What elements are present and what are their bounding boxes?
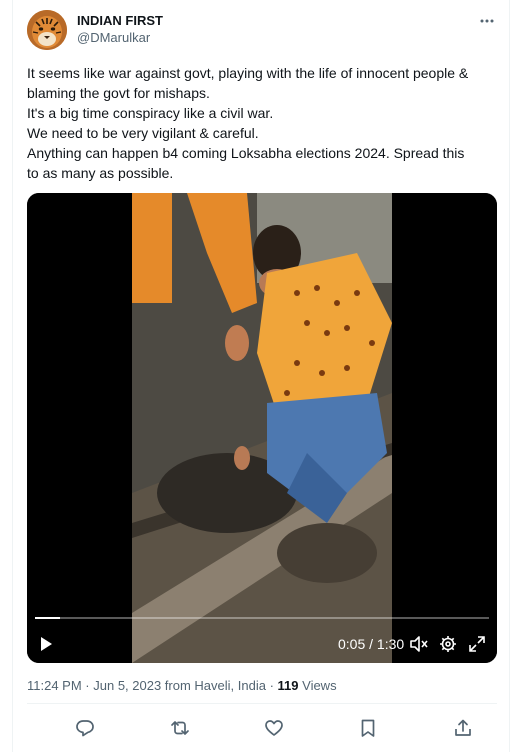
play-icon xyxy=(41,637,52,651)
volume-muted-icon xyxy=(410,636,428,652)
tweet-date-location[interactable]: Jun 5, 2023 from Haveli, India xyxy=(93,678,266,693)
bookmark-button[interactable] xyxy=(356,716,380,740)
video-progress-fill xyxy=(35,617,61,619)
tweet-meta: 11:24 PM · Jun 5, 2023 from Haveli, Indi… xyxy=(27,678,337,693)
share-button[interactable] xyxy=(451,716,475,740)
gear-icon xyxy=(440,636,456,652)
meta-separator: · xyxy=(81,678,94,693)
tweet-text-line: It seems like war against govt, playing … xyxy=(27,65,469,81)
mute-button[interactable] xyxy=(409,635,429,653)
expand-icon xyxy=(469,636,485,652)
tweet-card: INDIAN FIRST @DMarulkar It seems like wa… xyxy=(12,0,510,752)
video-progress-bar[interactable] xyxy=(35,617,489,619)
divider xyxy=(27,703,497,704)
heart-icon xyxy=(265,720,283,736)
like-button[interactable] xyxy=(262,716,286,740)
views-label: Views xyxy=(298,678,337,693)
settings-button[interactable] xyxy=(439,635,457,653)
avatar[interactable] xyxy=(27,10,67,50)
tweet-text-line: to as many as possible. xyxy=(27,165,174,181)
retweet-button[interactable] xyxy=(168,716,192,740)
play-button[interactable] xyxy=(37,635,55,653)
author-name[interactable]: INDIAN FIRST xyxy=(77,13,163,28)
video-player[interactable]: 0:05 / 1:30 xyxy=(27,193,497,663)
tweet-text-line: We need to be very vigilant & careful. xyxy=(27,125,259,141)
video-time: 0:05 / 1:30 xyxy=(338,636,405,652)
fullscreen-button[interactable] xyxy=(468,635,486,653)
tiger-avatar-image xyxy=(27,10,67,50)
tweet-text-line: It's a big time conspiracy like a civil … xyxy=(27,105,274,121)
meta-separator: · xyxy=(265,678,278,693)
reply-button[interactable] xyxy=(73,716,97,740)
author-handle[interactable]: @DMarulkar xyxy=(77,30,150,45)
more-horizontal-icon xyxy=(480,19,494,23)
action-bar xyxy=(27,716,497,740)
more-options-button[interactable] xyxy=(477,12,497,30)
retweet-icon xyxy=(171,721,189,735)
reply-icon xyxy=(76,720,94,737)
video-frame xyxy=(27,193,497,663)
tweet-text: It seems like war against govt, playing … xyxy=(27,63,497,183)
tweet-text-line: blaming the govt for mishaps. xyxy=(27,85,210,101)
share-icon xyxy=(455,719,471,736)
bookmark-icon xyxy=(361,719,375,737)
tweet-time[interactable]: 11:24 PM xyxy=(27,678,82,693)
views-count: 119 xyxy=(277,678,299,693)
tweet-text-line: Anything can happen b4 coming Loksabha e… xyxy=(27,145,465,161)
